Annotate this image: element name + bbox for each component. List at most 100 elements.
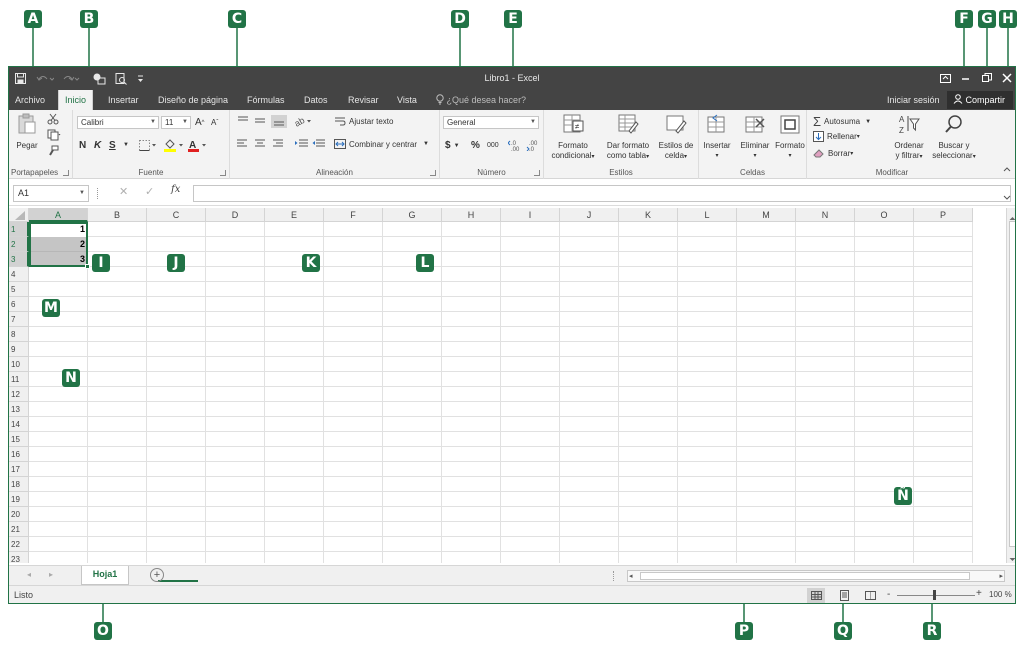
cell[interactable] [29, 447, 88, 462]
row-header-17[interactable]: 17 [9, 462, 29, 477]
cell[interactable] [501, 552, 560, 563]
thousands-button[interactable]: 000 [487, 142, 499, 149]
cell[interactable] [678, 327, 737, 342]
cell[interactable] [265, 387, 324, 402]
cell[interactable] [619, 402, 678, 417]
cell[interactable] [501, 462, 560, 477]
cell[interactable] [619, 297, 678, 312]
row-header-7[interactable]: 7 [9, 312, 29, 327]
cell[interactable] [560, 282, 619, 297]
cell[interactable] [206, 267, 265, 282]
zoom-slider[interactable] [897, 595, 975, 596]
cell[interactable] [678, 492, 737, 507]
column-header-g[interactable]: G [383, 208, 442, 222]
cell[interactable] [324, 507, 383, 522]
row-header-12[interactable]: 12 [9, 387, 29, 402]
cell[interactable] [324, 312, 383, 327]
percent-button[interactable]: % [471, 140, 480, 151]
cell[interactable] [265, 477, 324, 492]
cell[interactable] [796, 492, 855, 507]
cell[interactable] [619, 462, 678, 477]
next-sheet-icon[interactable]: ▸ [49, 570, 53, 579]
cell[interactable] [914, 237, 973, 252]
chevron-down-icon[interactable]: ▼ [123, 142, 129, 148]
cell[interactable] [855, 462, 914, 477]
number-format-select[interactable]: General ▼ [443, 116, 539, 129]
cell[interactable] [501, 402, 560, 417]
column-header-p[interactable]: P [914, 208, 973, 222]
cell[interactable] [678, 507, 737, 522]
cell[interactable] [88, 492, 147, 507]
row-header-2[interactable]: 2 [9, 237, 29, 252]
cell[interactable] [560, 297, 619, 312]
cell[interactable] [29, 387, 88, 402]
cell[interactable] [324, 327, 383, 342]
cell[interactable] [560, 417, 619, 432]
cell[interactable] [737, 237, 796, 252]
row-header-22[interactable]: 22 [9, 537, 29, 552]
minimize-icon[interactable] [957, 71, 973, 85]
cell[interactable] [501, 237, 560, 252]
copy-icon[interactable] [47, 129, 61, 141]
cell[interactable] [737, 327, 796, 342]
cell[interactable] [442, 282, 501, 297]
cell[interactable] [796, 522, 855, 537]
column-header-c[interactable]: C [147, 208, 206, 222]
zoom-slider-thumb[interactable] [933, 590, 936, 600]
cell[interactable] [442, 492, 501, 507]
cell[interactable] [324, 522, 383, 537]
cell[interactable] [206, 327, 265, 342]
cell[interactable] [29, 507, 88, 522]
cell[interactable] [324, 297, 383, 312]
cell[interactable] [796, 312, 855, 327]
italic-button[interactable]: K [94, 140, 101, 151]
cell[interactable] [560, 492, 619, 507]
cell[interactable] [914, 492, 973, 507]
cell[interactable] [88, 222, 147, 237]
cell[interactable] [560, 357, 619, 372]
cell[interactable] [619, 237, 678, 252]
font-name-select[interactable]: Calibri ▼ [77, 116, 159, 129]
cell[interactable] [560, 432, 619, 447]
cell[interactable] [914, 222, 973, 237]
cell[interactable] [796, 267, 855, 282]
cell[interactable] [560, 327, 619, 342]
format-cells-button[interactable]: Formato ▾ [773, 113, 807, 161]
scroll-up-icon[interactable] [1008, 210, 1015, 220]
add-sheet-icon[interactable]: + [150, 568, 164, 582]
cell[interactable] [265, 222, 324, 237]
cell[interactable] [442, 537, 501, 552]
column-header-d[interactable]: D [206, 208, 265, 222]
cell[interactable] [147, 522, 206, 537]
cell[interactable] [855, 237, 914, 252]
cell[interactable] [914, 357, 973, 372]
cell[interactable] [914, 477, 973, 492]
cell[interactable] [88, 522, 147, 537]
formula-bar-splitter[interactable] [97, 188, 99, 199]
cell[interactable] [88, 537, 147, 552]
orientation-icon[interactable]: ab [294, 115, 314, 127]
cell[interactable] [29, 432, 88, 447]
format-painter-icon[interactable] [47, 145, 59, 157]
cell[interactable] [796, 357, 855, 372]
column-header-i[interactable]: I [501, 208, 560, 222]
cell-styles-button[interactable]: Estilos de celda▾ [656, 113, 696, 162]
cell[interactable] [383, 507, 442, 522]
horizontal-scrollbar[interactable]: ◂ ▸ [627, 570, 1005, 582]
cell[interactable] [737, 432, 796, 447]
cell[interactable] [147, 312, 206, 327]
row-header-20[interactable]: 20 [9, 507, 29, 522]
vertical-scrollbar[interactable] [1006, 208, 1015, 563]
cell[interactable] [265, 552, 324, 563]
column-header-l[interactable]: L [678, 208, 737, 222]
cell[interactable] [796, 552, 855, 563]
cell[interactable] [796, 372, 855, 387]
cell[interactable] [29, 477, 88, 492]
cell[interactable] [560, 222, 619, 237]
cell[interactable] [324, 537, 383, 552]
cell[interactable] [855, 417, 914, 432]
cell[interactable] [855, 222, 914, 237]
cell[interactable] [442, 342, 501, 357]
cell[interactable] [383, 537, 442, 552]
cell[interactable] [914, 282, 973, 297]
